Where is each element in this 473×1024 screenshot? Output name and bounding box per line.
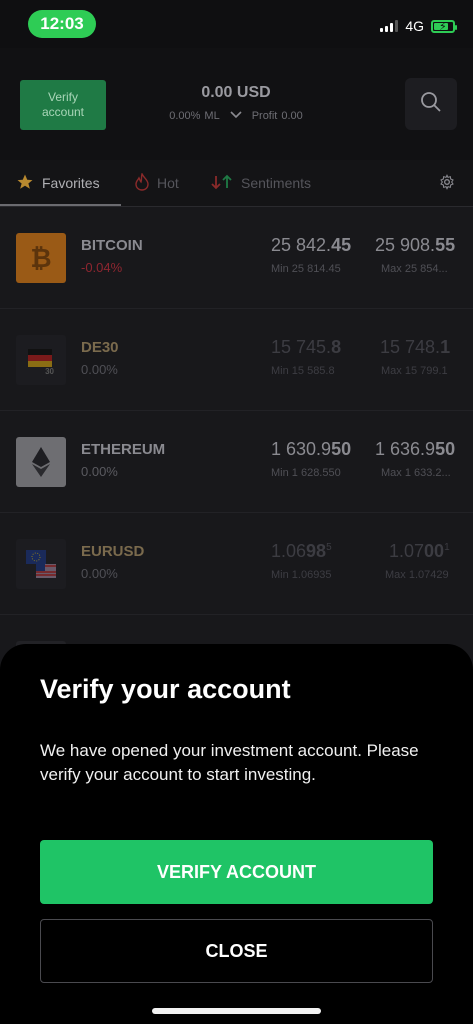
buy-price[interactable]: 1.07001 [389, 541, 450, 562]
network-type: 4G [405, 18, 424, 34]
gear-icon[interactable] [439, 174, 455, 195]
tab-favorites[interactable]: Favorites [16, 160, 100, 206]
buy-price[interactable]: 1 636.950 [375, 439, 455, 460]
search-icon [420, 91, 442, 118]
max-price: Max 1 633.2... [381, 467, 451, 479]
tab-sentiments[interactable]: Sentiments [211, 160, 311, 206]
asset-name: BITCOIN [81, 237, 143, 254]
fire-icon [135, 171, 149, 194]
asset-change: 0.00% [81, 566, 118, 581]
account-header: Verify account 0.00 USD 0.00% ML Profit … [0, 48, 473, 160]
max-price: Max 15 799.1 [381, 365, 448, 377]
modal-message: We have opened your investment account. … [40, 741, 419, 784]
verify-account-button[interactable]: Verify account [20, 80, 106, 130]
asset-change: 0.00% [81, 464, 118, 479]
svg-text:30: 30 [45, 367, 54, 375]
sell-price[interactable]: 1.06985 [271, 541, 332, 562]
balance-details: 0.00% ML Profit 0.00 [150, 110, 322, 122]
home-indicator[interactable] [152, 1008, 321, 1014]
tab-label: Favorites [42, 175, 100, 191]
sell-price[interactable]: 1 630.950 [271, 439, 351, 460]
asset-name: DE30 [81, 339, 119, 356]
asset-list: ₿ BITCOIN -0.04% 25 842.45 Min 25 814.45… [0, 207, 473, 717]
asset-name: EURUSD [81, 543, 145, 560]
status-time: 12:03 [28, 10, 96, 38]
tab-label: Sentiments [241, 175, 312, 191]
sell-price[interactable]: 15 745.8 [271, 337, 341, 358]
svg-text:₿: ₿ [30, 243, 51, 273]
close-button[interactable]: CLOSE [40, 919, 433, 983]
ethereum-icon [16, 437, 66, 487]
min-price: Min 15 585.8 [271, 365, 335, 377]
bitcoin-icon: ₿ [16, 233, 66, 283]
asset-row-ethereum[interactable]: ETHEREUM 0.00% 1 630.950 Min 1 628.550 1… [0, 411, 473, 513]
germany-flag-icon: 30 [16, 335, 66, 385]
balance-summary[interactable]: 0.00 USD 0.00% ML Profit 0.00 [150, 84, 322, 122]
min-price: Min 1.06935 [271, 569, 332, 581]
buy-price[interactable]: 25 908.55 [375, 235, 455, 256]
status-bar: 12:03 4G ⚡ [0, 0, 473, 48]
profit-label: Profit [251, 110, 278, 122]
tab-label: Hot [157, 175, 179, 191]
asset-change: 0.00% [81, 362, 118, 377]
sell-price[interactable]: 25 842.45 [271, 235, 351, 256]
star-icon [16, 173, 34, 194]
asset-row-eurusd[interactable]: EURUSD 0.00% 1.06985 Min 1.06935 1.07001… [0, 513, 473, 615]
asset-change: -0.04% [81, 260, 123, 275]
ml-label: ML [204, 110, 220, 122]
chevron-down-icon[interactable] [230, 111, 242, 121]
search-button[interactable] [405, 78, 457, 130]
profit-value: 0.00 [281, 110, 303, 122]
max-price: Max 1.07429 [385, 569, 449, 581]
asset-row-bitcoin[interactable]: ₿ BITCOIN -0.04% 25 842.45 Min 25 814.45… [0, 207, 473, 309]
battery-icon: ⚡ [431, 19, 457, 33]
min-price: Min 1 628.550 [271, 467, 341, 479]
min-price: Min 25 814.45 [271, 263, 341, 275]
status-indicators: 4G ⚡ [380, 18, 457, 34]
verify-account-modal: Verify your account We have opened your … [0, 644, 473, 1024]
modal-title: Verify your account [40, 674, 291, 704]
asset-row-de30[interactable]: 30 DE30 0.00% 15 745.8 Min 15 585.8 15 7… [0, 309, 473, 411]
asset-name: ETHEREUM [81, 441, 166, 458]
balance-amount: 0.00 USD [201, 84, 271, 101]
active-tab-indicator [0, 204, 121, 206]
buy-price[interactable]: 15 748.1 [380, 337, 450, 358]
signal-icon [380, 20, 399, 32]
ml-value: 0.00% [169, 110, 201, 122]
category-tabs: Favorites Hot Sentiments [0, 160, 473, 207]
eu-us-flags-icon [16, 539, 66, 589]
max-price: Max 25 854... [381, 263, 448, 275]
verify-account-cta-button[interactable]: VERIFY ACCOUNT [40, 840, 433, 904]
up-down-arrows-icon [211, 174, 233, 193]
tab-hot[interactable]: Hot [135, 160, 179, 206]
